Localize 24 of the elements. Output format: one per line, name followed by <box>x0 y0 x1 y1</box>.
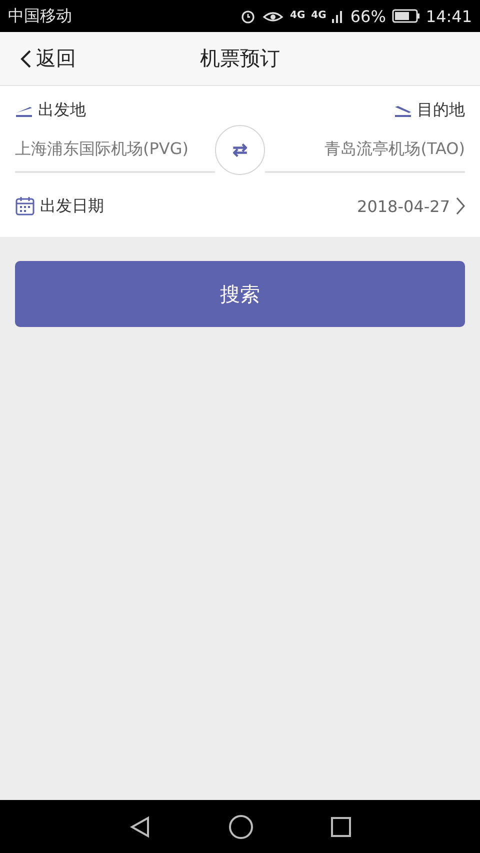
date-row[interactable]: 出发日期 2018-04-27 <box>15 175 465 237</box>
chevron-right-icon <box>455 197 465 215</box>
signal-icon <box>332 9 344 23</box>
arrival-label: 目的地 <box>417 100 465 121</box>
battery-percent: 66% <box>350 6 386 26</box>
carrier-name: 中国移动 <box>8 6 72 26</box>
date-label: 出发日期 <box>40 196 104 216</box>
recents-square-icon[interactable] <box>330 816 352 838</box>
departure-label: 出发地 <box>38 100 86 121</box>
alarm-icon <box>240 8 256 24</box>
search-button[interactable]: 搜索 <box>15 261 465 327</box>
back-button[interactable]: 返回 <box>20 45 76 72</box>
page-title: 机票预订 <box>200 45 280 72</box>
swap-button[interactable]: ⇄ <box>215 125 265 175</box>
clock-time: 14:41 <box>426 6 472 26</box>
calendar-icon <box>15 196 35 216</box>
back-triangle-icon[interactable] <box>128 814 152 838</box>
battery-icon <box>392 9 420 23</box>
chevron-left-icon <box>20 48 32 68</box>
home-circle-icon[interactable] <box>228 814 254 840</box>
plane-icon <box>394 104 412 118</box>
date-value: 2018-04-27 <box>357 196 450 216</box>
network-label: 4G <box>290 11 306 21</box>
network-label: 4G <box>311 11 326 21</box>
